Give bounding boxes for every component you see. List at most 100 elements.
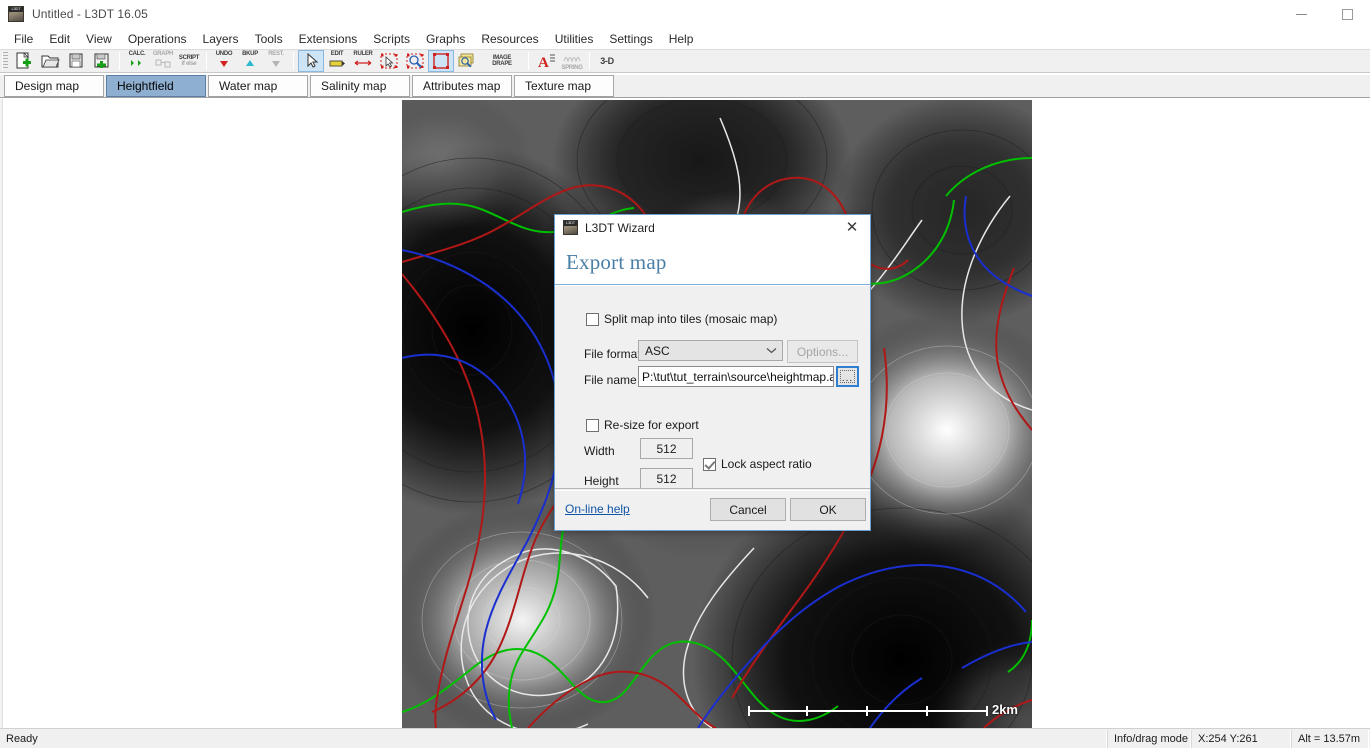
online-help-link[interactable]: On-line help — [565, 502, 630, 516]
tab-label: Salinity map — [321, 79, 387, 93]
graph-button[interactable]: GRAPH — [150, 50, 176, 72]
split-map-label: Split map into tiles (mosaic map) — [604, 312, 778, 326]
statusbar: Ready Info/drag mode X:254 Y:261 Alt = 1… — [0, 728, 1370, 748]
backup-button[interactable]: BKUP — [237, 50, 263, 72]
zoom-extents-button[interactable] — [428, 50, 454, 72]
resize-for-export-checkbox[interactable]: Re-size for export — [586, 418, 699, 432]
ok-button[interactable]: OK — [790, 498, 866, 521]
spring-relax-icon — [563, 56, 581, 64]
menu-operations[interactable]: Operations — [120, 30, 195, 48]
browse-file-button[interactable]: ... — [836, 366, 859, 387]
script-icon: if else — [181, 61, 197, 67]
map-layer-tabs: Design map Heightfield Water map Salinit… — [0, 75, 1370, 98]
options-button[interactable]: Options... — [787, 340, 858, 363]
maximize-button[interactable] — [1324, 0, 1370, 28]
width-value: 512 — [656, 441, 677, 456]
select-region-icon — [380, 53, 398, 69]
menu-file[interactable]: File — [6, 30, 41, 48]
undo-icon — [220, 61, 228, 67]
dialog-footer: On-line help Cancel OK — [555, 488, 870, 530]
spring-relax-button[interactable]: SPRING — [559, 50, 585, 72]
width-label: Width — [584, 444, 615, 458]
tab-design-map[interactable]: Design map — [4, 75, 104, 97]
main-toolbar: CALC. GRAPH SCRIPT if else UNDO BKUP RES… — [0, 49, 1370, 73]
close-button[interactable]: ✕ — [834, 215, 870, 240]
ruler-tool-label: RULER — [353, 51, 373, 57]
save-as-project-button[interactable] — [89, 50, 115, 72]
menu-graphs[interactable]: Graphs — [418, 30, 473, 48]
pointer-tool-button[interactable] — [298, 50, 324, 72]
file-format-label: File format — [584, 347, 641, 361]
cancel-button[interactable]: Cancel — [710, 498, 786, 521]
lock-aspect-label: Lock aspect ratio — [721, 457, 812, 471]
menu-edit[interactable]: Edit — [41, 30, 78, 48]
new-project-button[interactable] — [11, 50, 37, 72]
select-region-button[interactable] — [376, 50, 402, 72]
dialog-header: Export map — [555, 240, 870, 285]
menu-layers[interactable]: Layers — [195, 30, 247, 48]
save-project-button[interactable] — [63, 50, 89, 72]
menu-resources[interactable]: Resources — [473, 30, 546, 48]
tab-salinity-map[interactable]: Salinity map — [310, 75, 410, 97]
backup-label: BKUP — [242, 51, 258, 57]
split-map-checkbox[interactable]: Split map into tiles (mosaic map) — [586, 312, 777, 326]
lock-aspect-ratio-checkbox[interactable]: Lock aspect ratio — [703, 457, 812, 471]
menu-settings[interactable]: Settings — [601, 30, 660, 48]
three-d-view-icon: 3-D — [600, 55, 614, 66]
height-label: Height — [584, 474, 619, 488]
tab-heightfield[interactable]: Heightfield — [106, 75, 206, 97]
file-name-input[interactable]: P:\tut\tut_terrain\source\heightmap.asc — [638, 366, 834, 387]
edit-tool-button[interactable]: EDIT — [324, 50, 350, 72]
tab-water-map[interactable]: Water map — [208, 75, 308, 97]
minimize-icon — [1295, 13, 1307, 15]
script-button[interactable]: SCRIPT if else — [176, 50, 202, 72]
calculate-icon — [131, 60, 141, 66]
zoom-extents-icon — [433, 53, 449, 69]
checkbox-box — [586, 312, 599, 326]
file-format-dropdown[interactable]: ASC — [638, 340, 783, 361]
tab-label: Design map — [15, 79, 80, 93]
width-input[interactable]: 512 — [640, 438, 693, 459]
checkbox-box — [586, 418, 599, 432]
menu-scripts[interactable]: Scripts — [365, 30, 418, 48]
tab-texture-map[interactable]: Texture map — [514, 75, 614, 97]
calculate-button[interactable]: CALC. — [124, 50, 150, 72]
tab-label: Texture map — [525, 79, 592, 93]
status-ready: Ready — [0, 729, 1107, 748]
tab-attributes-map[interactable]: Attributes map — [412, 75, 512, 97]
magnify-region-button[interactable] — [402, 50, 428, 72]
ruler-tool-button[interactable]: RULER — [350, 50, 376, 72]
l3dt-app-icon — [8, 6, 24, 22]
file-name-label: File name — [584, 373, 637, 387]
close-icon: ✕ — [845, 219, 859, 236]
menu-utilities[interactable]: Utilities — [547, 30, 602, 48]
l3dt-app-icon — [563, 220, 578, 235]
toolbar-grip[interactable] — [2, 52, 8, 70]
height-value: 512 — [656, 471, 677, 486]
tab-label: Water map — [219, 79, 278, 93]
open-project-button[interactable] — [37, 50, 63, 72]
menu-view[interactable]: View — [78, 30, 120, 48]
height-input[interactable]: 512 — [640, 468, 693, 489]
menu-tools[interactable]: Tools — [247, 30, 291, 48]
layer-preview-button[interactable] — [454, 50, 480, 72]
maximize-icon — [1341, 8, 1353, 20]
restore-button[interactable]: REST. — [263, 50, 289, 72]
menu-extensions[interactable]: Extensions — [291, 30, 366, 48]
three-d-view-button[interactable]: 3-D — [594, 50, 620, 72]
text-annotation-button[interactable]: A — [533, 50, 559, 72]
edit-tool-icon — [329, 60, 345, 67]
file-format-value: ASC — [645, 343, 670, 358]
ruler-tool-icon — [354, 60, 372, 66]
status-altitude: Alt = 13.57m — [1291, 729, 1369, 748]
save-project-icon — [69, 53, 83, 68]
image-drape-button[interactable]: IMAGE DRAPE — [480, 50, 524, 72]
toolbar-separator — [528, 52, 529, 70]
restore-label: REST. — [268, 51, 284, 57]
minimize-button[interactable] — [1278, 0, 1324, 28]
undo-button[interactable]: UNDO — [211, 50, 237, 72]
workspace-left-edge — [0, 99, 3, 729]
dialog-title: L3DT Wizard — [585, 220, 655, 235]
browse-ellipsis-icon: ... — [840, 370, 855, 384]
menu-help[interactable]: Help — [661, 30, 702, 48]
